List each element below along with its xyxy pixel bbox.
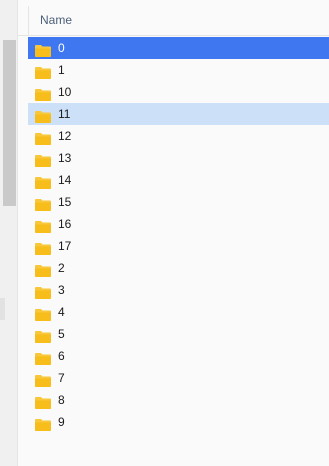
- folder-icon: [35, 64, 51, 79]
- folder-name: 3: [58, 283, 65, 297]
- folder-name: 15: [58, 195, 72, 209]
- folder-name: 12: [58, 129, 72, 143]
- folder-name: 10: [58, 85, 72, 99]
- folder-name: 17: [58, 239, 72, 253]
- folder-row[interactable]: 3: [28, 279, 329, 301]
- navigation-pane: [0, 0, 17, 466]
- folder-icon: [35, 174, 51, 189]
- folder-icon: [35, 240, 51, 255]
- folder-row[interactable]: 1: [28, 59, 329, 81]
- folder-icon: [35, 262, 51, 277]
- folder-row[interactable]: 16: [28, 213, 329, 235]
- folder-row[interactable]: 15: [28, 191, 329, 213]
- folder-icon: [35, 306, 51, 321]
- folder-name: 13: [58, 151, 72, 165]
- folder-name: 9: [58, 415, 65, 429]
- folder-icon: [35, 284, 51, 299]
- navigation-scrollbar-thumb[interactable]: [3, 40, 16, 206]
- folder-rows: 0 1 10 11 12 13 14 15 16 17 2 3 4 5 6 7 8 9: [28, 37, 329, 433]
- folder-name: 7: [58, 371, 65, 385]
- folder-name: 6: [58, 349, 65, 363]
- folder-icon: [35, 108, 51, 123]
- folder-name: 8: [58, 393, 65, 407]
- column-header: Name: [18, 0, 329, 36]
- folder-icon: [35, 86, 51, 101]
- file-explorer: Name 0 1 10 11 12 13 14 15 16 17 2 3 4 5 6 7 8 9: [0, 0, 329, 466]
- folder-name: 11: [58, 107, 71, 121]
- folder-row[interactable]: 6: [28, 345, 329, 367]
- folder-icon: [35, 196, 51, 211]
- folder-icon: [35, 416, 51, 431]
- folder-name: 14: [58, 173, 72, 187]
- folder-name: 0: [58, 41, 65, 55]
- folder-row[interactable]: 12: [28, 125, 329, 147]
- folder-name: 1: [58, 63, 65, 77]
- folder-row[interactable]: 4: [28, 301, 329, 323]
- folder-row[interactable]: 17: [28, 235, 329, 257]
- folder-name: 4: [58, 305, 65, 319]
- name-column-header[interactable]: Name: [40, 13, 72, 27]
- folder-name: 5: [58, 327, 65, 341]
- folder-name: 16: [58, 217, 72, 231]
- folder-name: 2: [58, 261, 65, 275]
- folder-icon: [35, 42, 51, 57]
- folder-row[interactable]: 7: [28, 367, 329, 389]
- column-separator[interactable]: [28, 6, 29, 36]
- navigation-pane-marker: [0, 298, 5, 320]
- folder-icon: [35, 372, 51, 387]
- folder-row[interactable]: 13: [28, 147, 329, 169]
- folder-icon: [35, 328, 51, 343]
- folder-row[interactable]: 0: [28, 37, 329, 59]
- folder-row[interactable]: 11: [28, 103, 329, 125]
- file-list: Name 0 1 10 11 12 13 14 15 16 17 2 3 4 5 6 7 8 9: [18, 0, 329, 466]
- folder-icon: [35, 350, 51, 365]
- folder-icon: [35, 218, 51, 233]
- folder-row[interactable]: 9: [28, 411, 329, 433]
- folder-row[interactable]: 10: [28, 81, 329, 103]
- folder-row[interactable]: 2: [28, 257, 329, 279]
- folder-row[interactable]: 5: [28, 323, 329, 345]
- folder-icon: [35, 152, 51, 167]
- folder-icon: [35, 394, 51, 409]
- folder-icon: [35, 130, 51, 145]
- folder-row[interactable]: 8: [28, 389, 329, 411]
- folder-row[interactable]: 14: [28, 169, 329, 191]
